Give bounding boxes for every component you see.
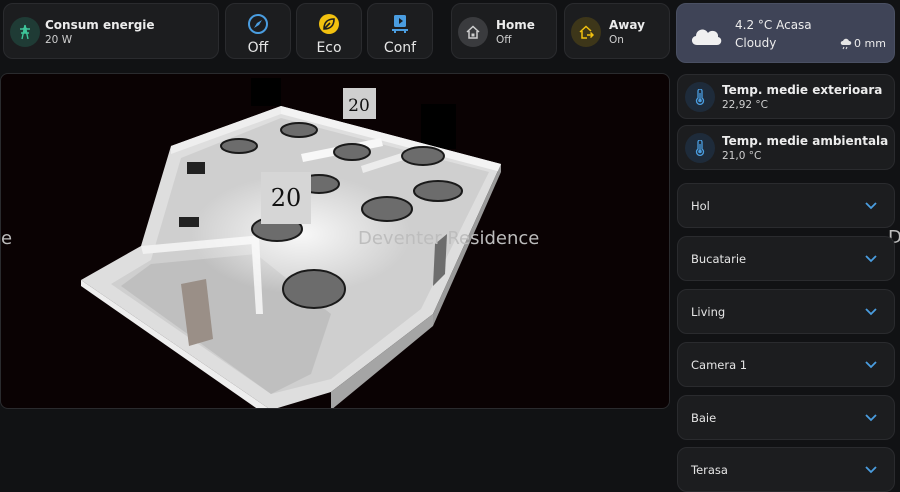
temp-exterior-card[interactable]: Temp. medie exterioara 22,92 °C (677, 74, 895, 119)
floorplan-view[interactable]: e 20 20 Deventer Residence (0, 73, 670, 409)
room-bucatarie[interactable]: Bucatarie (677, 236, 895, 281)
transmission-tower-icon (10, 17, 40, 47)
weather-precip: 0 mm (854, 37, 886, 50)
room-hol[interactable]: Hol (677, 183, 895, 228)
room-label: Living (691, 304, 726, 319)
weather-card[interactable]: 4.2 °C Acasa Cloudy 0 mm (676, 3, 895, 63)
presence-home-card[interactable]: Home Off (451, 3, 557, 59)
presence-home-state: Off (496, 34, 512, 46)
sofa-icon (392, 15, 408, 33)
chevron-down-icon (865, 413, 877, 421)
weather-condition: Cloudy (735, 36, 777, 50)
home-export-icon (571, 17, 601, 47)
floorplan-label-mid: 20 (271, 184, 302, 212)
chevron-down-icon (865, 201, 877, 209)
room-camera-1[interactable]: Camera 1 (677, 342, 895, 387)
energy-title: Consum energie (45, 18, 155, 32)
energy-value: 20 W (45, 34, 73, 46)
presence-away-title: Away (609, 18, 645, 32)
presence-away-state: On (609, 34, 624, 46)
mode-eco-label: Eco (316, 40, 342, 56)
temp-exterior-title: Temp. medie exterioara (722, 83, 883, 97)
thermometer-icon (685, 133, 715, 163)
compass-icon (248, 14, 268, 34)
room-label: Bucatarie (691, 251, 747, 266)
leaf-icon (319, 14, 339, 34)
room-label: Baie (691, 410, 717, 425)
chevron-down-icon (865, 465, 877, 473)
cloudy-icon (691, 29, 722, 45)
thermometer-icon (685, 82, 715, 112)
temp-ambient-title: Temp. medie ambientala (722, 134, 889, 148)
mode-eco-button[interactable]: Eco (296, 3, 362, 59)
room-terasa[interactable]: Terasa (677, 447, 895, 492)
chevron-down-icon (865, 307, 877, 315)
room-living[interactable]: Living (677, 289, 895, 334)
energy-card[interactable]: Consum energie 20 W (3, 3, 219, 59)
mode-off-button[interactable]: Off (225, 3, 291, 59)
weather-temp: 4.2 °C Acasa (735, 18, 812, 32)
mode-conf-label: Conf (383, 40, 417, 56)
temp-exterior-value: 22,92 °C (722, 99, 768, 111)
presence-away-card[interactable]: Away On (564, 3, 670, 59)
floorplan-residence-name: Deventer Residence (358, 228, 540, 249)
presence-home-title: Home (496, 18, 535, 32)
temp-ambient-card[interactable]: Temp. medie ambientala 21,0 °C (677, 125, 895, 170)
room-label: Camera 1 (691, 357, 748, 372)
temp-ambient-value: 21,0 °C (722, 150, 762, 162)
chevron-down-icon (865, 254, 877, 262)
chevron-down-icon (865, 360, 877, 368)
mode-off-label: Off (247, 40, 269, 56)
room-baie[interactable]: Baie (677, 395, 895, 440)
home-icon (458, 17, 488, 47)
floorplan-label-top: 20 (348, 96, 370, 116)
room-label: Hol (691, 198, 710, 213)
room-label: Terasa (691, 462, 728, 477)
floorplan-3d-model: 20 20 (81, 78, 501, 408)
rain-icon (840, 38, 852, 50)
mode-conf-button[interactable]: Conf (367, 3, 433, 59)
